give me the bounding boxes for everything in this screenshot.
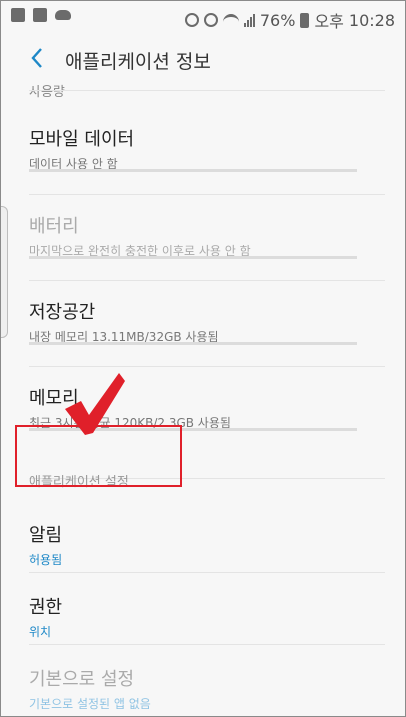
list-item-mobile-data[interactable]: 모바일 데이터 데이터 사용 안 함 [29,125,357,172]
location-icon [184,13,199,27]
battery-percent: 76% [259,10,296,30]
signal-icon [243,13,255,27]
app-notification-icon [11,8,25,22]
edge-panel-handle[interactable] [1,206,8,338]
list-item-storage[interactable]: 저장공간 내장 메모리 13.11MB/32GB 사용됨 [29,298,357,345]
divider [29,644,385,645]
phone-screen: 76% 오후 10:28 애플리케이션 정보 사용량 모바일 데이터 데이터 사… [0,0,406,717]
usage-bar [29,342,357,345]
divider [29,90,385,91]
item-title: 알림 [29,525,63,546]
back-button[interactable] [25,45,51,71]
list-item-notifications[interactable]: 알림 허용됨 [29,521,357,568]
page-title: 애플리케이션 정보 [65,51,211,73]
app-bar: 애플리케이션 정보 [1,35,405,83]
time-ampm: 오후 [314,12,344,31]
divider [29,366,385,367]
divider [29,280,385,281]
checkmark-icon [65,373,125,435]
item-title: 저장공간 [29,302,96,323]
item-title: 기본으로 설정 [29,669,135,690]
usage-bar [29,169,357,172]
item-subtitle: 위치 [29,625,52,639]
usage-bar [29,256,357,259]
list-item-permissions[interactable]: 권한 위치 [29,593,357,640]
divider [29,194,385,195]
divider [29,572,385,573]
alarm-icon [203,13,218,27]
item-subtitle: 허용됨 [29,553,63,567]
time: 10:28 [348,10,395,30]
item-title: 권한 [29,597,63,618]
section-label-usage: 사용량 [29,85,65,100]
item-title: 배터리 [29,216,79,237]
wifi-icon [222,14,239,26]
item-title: 모바일 데이터 [29,129,135,150]
item-subtitle: 기본으로 설정된 앱 없음 [29,697,151,711]
back-arrow-icon [31,48,42,68]
gallery-notification-icon [33,8,47,22]
status-bar: 76% 오후 10:28 [1,1,405,35]
list-item-default-settings[interactable]: 기본으로 설정 기본으로 설정된 앱 없음 [29,665,357,712]
list-item-battery[interactable]: 배터리 마지막으로 완전히 충전한 이후로 사용 안 함 [29,212,357,259]
battery-icon [300,12,310,28]
cloud-icon [55,10,71,20]
